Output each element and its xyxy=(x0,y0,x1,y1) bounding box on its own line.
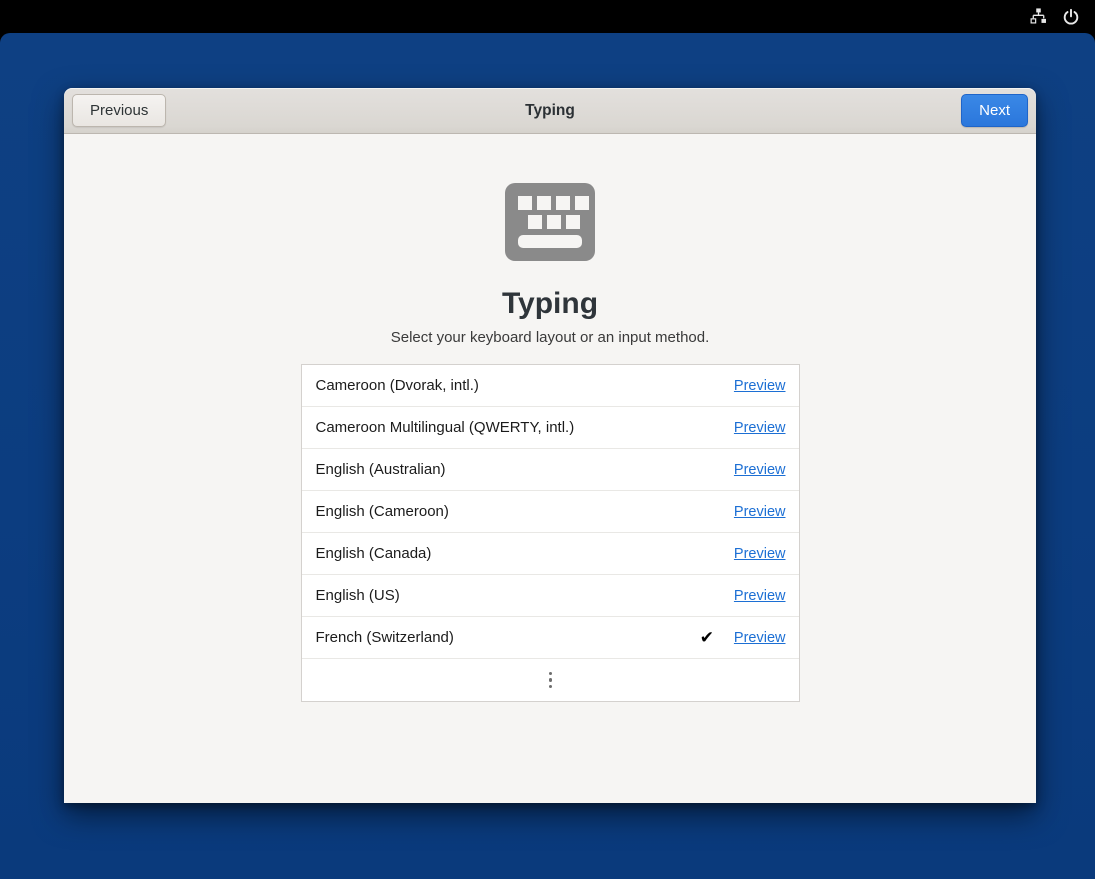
layout-row[interactable]: English (Cameroon) ✔ Preview xyxy=(302,491,799,533)
page-subtitle: Select your keyboard layout or an input … xyxy=(391,329,710,346)
desktop-background: Previous Typing Next Typing Sele xyxy=(0,33,1095,879)
previous-button[interactable]: Previous xyxy=(72,94,166,127)
network-tree-icon[interactable] xyxy=(1029,7,1048,26)
layout-label: English (Cameroon) xyxy=(316,503,696,520)
layout-label: French (Switzerland) xyxy=(316,629,696,646)
dialog-headerbar: Previous Typing Next xyxy=(64,88,1036,134)
preview-link[interactable]: Preview xyxy=(734,378,786,394)
layout-list: Cameroon (Dvorak, intl.) ✔ Preview Camer… xyxy=(301,364,800,702)
view-more-icon xyxy=(549,672,553,689)
layout-label: English (Canada) xyxy=(316,545,696,562)
typing-dialog: Previous Typing Next Typing Sele xyxy=(64,88,1036,803)
layout-row[interactable]: Cameroon (Dvorak, intl.) ✔ Preview xyxy=(302,365,799,407)
layout-row[interactable]: English (Canada) ✔ Preview xyxy=(302,533,799,575)
preview-link[interactable]: Preview xyxy=(734,588,786,604)
next-button[interactable]: Next xyxy=(961,94,1028,127)
selected-check-icon: ✔ xyxy=(696,628,718,648)
keyboard-icon xyxy=(505,183,595,266)
preview-link[interactable]: Preview xyxy=(734,462,786,478)
layout-label: English (Australian) xyxy=(316,461,696,478)
preview-link[interactable]: Preview xyxy=(734,546,786,562)
layout-row[interactable]: English (Australian) ✔ Preview xyxy=(302,449,799,491)
preview-link[interactable]: Preview xyxy=(734,420,786,436)
layout-label: Cameroon (Dvorak, intl.) xyxy=(316,377,696,394)
preview-link[interactable]: Preview xyxy=(734,630,786,646)
dialog-content: Typing Select your keyboard layout or an… xyxy=(64,134,1036,803)
top-bar xyxy=(0,0,1095,33)
layout-label: Cameroon Multilingual (QWERTY, intl.) xyxy=(316,419,696,436)
page-title: Typing xyxy=(502,287,598,320)
window-title: Typing xyxy=(64,102,1036,120)
layout-row[interactable]: English (US) ✔ Preview xyxy=(302,575,799,617)
layout-row[interactable]: French (Switzerland) ✔ Preview xyxy=(302,617,799,659)
power-icon[interactable] xyxy=(1061,7,1080,26)
layout-row[interactable]: Cameroon Multilingual (QWERTY, intl.) ✔ … xyxy=(302,407,799,449)
layout-label: English (US) xyxy=(316,587,696,604)
more-row[interactable] xyxy=(302,659,799,701)
preview-link[interactable]: Preview xyxy=(734,504,786,520)
